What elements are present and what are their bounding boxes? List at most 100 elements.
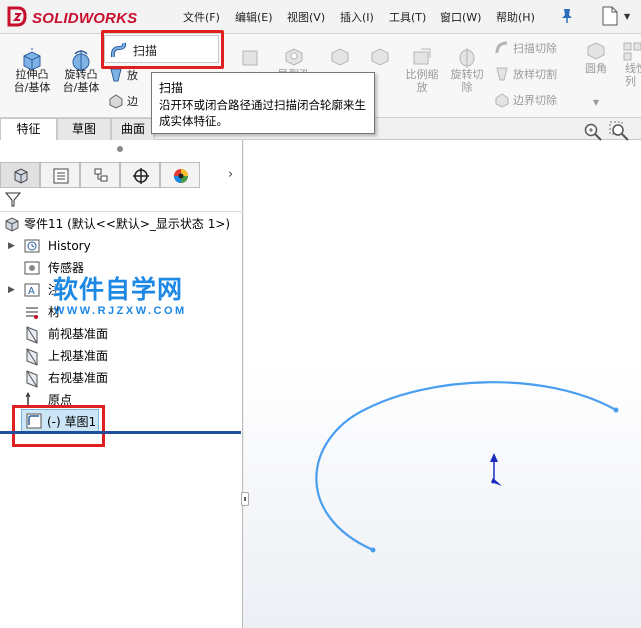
pin-icon[interactable] <box>560 8 574 24</box>
scale-icon <box>413 48 431 65</box>
fillet-button[interactable]: 圆角 ▼ <box>578 34 614 118</box>
zoom-to-area-icon[interactable] <box>608 120 630 142</box>
sketch-arc-path[interactable] <box>315 381 617 552</box>
tree-item-label: 上视基准面 <box>48 349 109 363</box>
boundary-label: 边 <box>127 95 138 108</box>
sketch-canvas <box>315 381 619 553</box>
panel-collapse-handle[interactable] <box>117 146 123 152</box>
disabled-feature-icon <box>331 48 349 66</box>
filter-icon[interactable] <box>4 190 22 208</box>
menu-insert[interactable]: 插入(I) <box>340 9 374 25</box>
tab-surfaces[interactable]: 曲面 <box>111 118 155 140</box>
revolve-boss-button[interactable]: 旋转凸 台/基体 <box>58 34 104 118</box>
tree-root-label: 零件11 (默认<<默认>_显示状态 1>) <box>24 217 231 231</box>
appearance-icon <box>174 169 188 183</box>
revolve-cut-button[interactable]: 旋转切 除 <box>444 34 490 118</box>
graphics-area[interactable] <box>244 121 641 628</box>
history-icon <box>24 239 40 253</box>
scale-button[interactable]: 比例缩 放 <box>400 34 444 118</box>
linear-pattern-button[interactable]: 线性 列 <box>618 34 641 118</box>
svg-text:A: A <box>28 286 35 297</box>
chevron-right-icon[interactable]: › <box>228 167 233 182</box>
loft-cut-label: 放样切割 <box>513 68 557 81</box>
property-list-icon <box>53 168 69 184</box>
plane-icon <box>26 370 38 388</box>
tree-root-part[interactable]: 零件11 (默认<<默认>_显示状态 1>) <box>4 214 242 234</box>
extrude-boss-label: 拉伸凸 台/基体 <box>13 68 51 94</box>
annotation-icon: A <box>24 283 40 297</box>
loft-icon <box>110 68 122 82</box>
filter-row <box>0 188 243 212</box>
menu-window[interactable]: 窗口(W) <box>440 9 481 25</box>
sketch-icon <box>26 413 42 429</box>
menu-file[interactable]: 文件(F) <box>183 9 220 25</box>
loft-cut-button[interactable]: 放样切割 <box>494 65 557 85</box>
linear-pattern-icon <box>623 42 641 61</box>
boundary-cut-icon <box>495 93 509 108</box>
feature-tree-icon <box>14 168 28 184</box>
app-name: SOLIDWORKS <box>32 10 138 27</box>
fillet-label: 圆角 <box>585 62 607 75</box>
sweep-cut-button[interactable]: 扫描切除 <box>494 39 557 59</box>
plane-icon <box>26 348 38 366</box>
tree-item-top-plane[interactable]: 上视基准面 <box>24 346 224 366</box>
extrude-boss-button[interactable]: 拉伸凸 台/基体 <box>6 34 58 118</box>
tree-item-history[interactable]: History <box>24 236 224 256</box>
loft-boss-button[interactable]: 放 <box>108 66 138 86</box>
menu-edit[interactable]: 编辑(E) <box>235 9 273 25</box>
tab-display-manager[interactable] <box>160 162 200 188</box>
boundary-icon <box>109 94 123 109</box>
panel-resize-handle[interactable] <box>241 492 249 506</box>
tab-features[interactable]: 特征 <box>0 118 57 141</box>
feature-manager-panel: › 零件11 (默认<<默认>_显示状态 1>) ▶ History 传感器 ▶… <box>0 140 243 628</box>
tab-configuration-manager[interactable] <box>80 162 120 188</box>
tab-dimxpert[interactable] <box>120 162 160 188</box>
tree-item-sketch1[interactable]: (-) 草图1 <box>21 409 99 433</box>
arc-end-point[interactable] <box>613 407 619 413</box>
resize-grip <box>244 497 246 501</box>
material-icon <box>26 307 38 319</box>
tree-item-right-plane[interactable]: 右视基准面 <box>24 368 224 388</box>
boundary-boss-button[interactable]: 边 <box>108 92 138 112</box>
tree-item-label: 右视基准面 <box>48 371 109 385</box>
menu-help[interactable]: 帮助(H) <box>496 9 535 25</box>
ds-logo-icon <box>7 6 27 27</box>
new-document-icon[interactable] <box>602 6 618 26</box>
loft-label: 放 <box>127 69 138 82</box>
revolve-cut-label: 旋转切 除 <box>450 68 484 94</box>
sensor-icon <box>24 261 40 275</box>
menu-view[interactable]: 视图(V) <box>287 9 325 25</box>
part-icon <box>5 217 19 232</box>
boundary-cut-button[interactable]: 边界切除 <box>494 91 557 111</box>
rollback-bar[interactable] <box>0 431 241 434</box>
sweep-cut-label: 扫描切除 <box>513 42 557 55</box>
tree-item-label: 前视基准面 <box>48 327 109 341</box>
zoom-to-fit-icon[interactable] <box>583 122 603 142</box>
tab-sketch[interactable]: 草图 <box>57 118 111 140</box>
expand-arrow-icon[interactable]: ▶ <box>8 236 15 256</box>
tooltip-title: 扫描 <box>159 81 184 95</box>
disabled-feature-icon <box>371 48 389 66</box>
tab-property-manager[interactable] <box>40 162 80 188</box>
expand-arrow-icon[interactable]: ▶ <box>8 280 15 300</box>
panel-tabs: › <box>0 162 243 188</box>
tab-feature-manager[interactable] <box>0 162 40 188</box>
tree-item-label: (-) 草图1 <box>47 415 97 429</box>
crosshair-icon <box>133 168 149 184</box>
fillet-icon <box>587 42 605 60</box>
tooltip-description: 沿开环或闭合路径通过扫描闭合轮廓来生成实体特征。 <box>159 98 366 128</box>
chevron-down-icon[interactable]: ▼ <box>624 12 630 21</box>
watermark-url: WWW.RJZXW.COM <box>54 305 187 317</box>
boundary-cut-label: 边界切除 <box>513 94 557 107</box>
arc-start-point[interactable] <box>370 547 376 553</box>
origin-triad-icon <box>490 453 502 486</box>
tree-item-front-plane[interactable]: 前视基准面 <box>24 324 224 344</box>
menu-tools[interactable]: 工具(T) <box>389 9 426 25</box>
solidworks-logo[interactable]: SOLIDWORKS <box>6 3 156 31</box>
plane-icon <box>26 326 38 344</box>
chevron-down-icon[interactable]: ▼ <box>578 96 614 109</box>
revolve-boss-label: 旋转凸 台/基体 <box>62 68 100 94</box>
loft-cut-icon <box>496 67 508 81</box>
sweep-cut-icon <box>495 41 508 54</box>
title-bar: SOLIDWORKS 文件(F) 编辑(E) 视图(V) 插入(I) 工具(T)… <box>0 0 641 34</box>
